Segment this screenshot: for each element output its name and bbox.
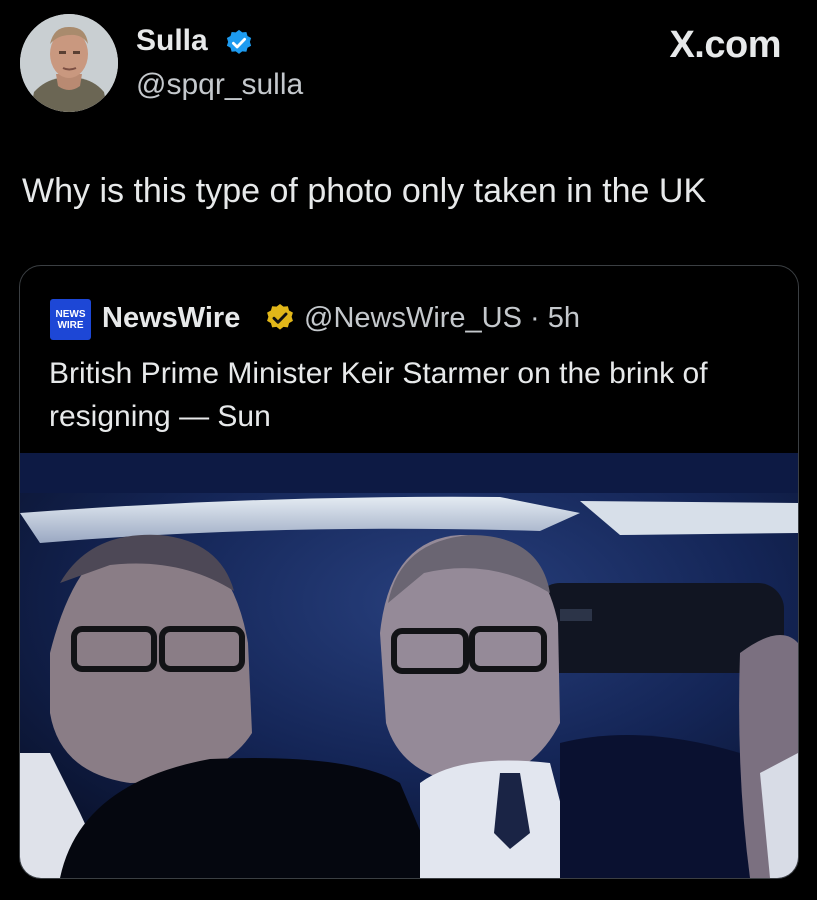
quote-author-name[interactable]: NewsWire <box>102 302 240 335</box>
news-photo[interactable] <box>20 453 798 878</box>
quote-tweet-card[interactable]: NEWS WIRE NewsWire @NewsWire_US · 5h Bri… <box>19 265 799 879</box>
verified-badge-icon <box>226 29 252 54</box>
tweet-text: Why is this type of photo only taken in … <box>22 172 707 210</box>
author-display-name[interactable]: Sulla <box>136 24 208 58</box>
logo-text-bottom: WIRE <box>57 319 84 331</box>
site-watermark: X.com <box>669 24 781 66</box>
avatar[interactable] <box>20 14 118 112</box>
author-handle[interactable]: @spqr_sulla <box>136 68 303 102</box>
quote-handle-time[interactable]: @NewsWire_US · 5h <box>304 302 580 335</box>
quote-text: British Prime Minister Keir Starmer on t… <box>49 357 708 433</box>
newswire-logo: NEWS WIRE <box>50 299 91 340</box>
logo-text-top: NEWS <box>55 308 86 320</box>
gold-verified-badge-icon <box>267 304 293 330</box>
